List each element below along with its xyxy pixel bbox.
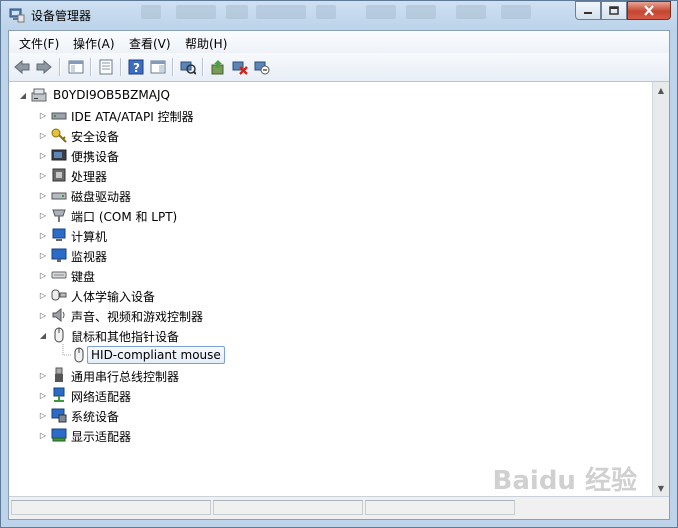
status-cell <box>365 500 515 515</box>
scroll-down-icon[interactable]: ▼ <box>653 480 669 497</box>
maximize-button[interactable] <box>601 1 627 20</box>
status-cell <box>213 500 363 515</box>
window-title: 设备管理器 <box>31 9 92 23</box>
show-hide-tree-icon[interactable] <box>67 58 85 76</box>
maximize-icon <box>609 6 619 15</box>
toolbar: ? <box>9 53 669 82</box>
toolbar-separator <box>120 58 122 76</box>
menu-file[interactable]: 文件(F) <box>19 35 59 52</box>
menu-view[interactable]: 查看(V) <box>129 35 171 52</box>
title-blur <box>316 5 336 19</box>
forward-icon[interactable] <box>35 58 53 76</box>
title-blur <box>226 5 248 19</box>
svg-text:?: ? <box>133 61 140 75</box>
toolbar-separator <box>59 58 61 76</box>
close-icon <box>644 5 654 16</box>
menu-action[interactable]: 操作(A) <box>73 35 115 52</box>
menu-help[interactable]: 帮助(H) <box>185 35 227 52</box>
minimize-icon <box>584 11 592 14</box>
toolbar-separator <box>202 58 204 76</box>
toolbar-separator <box>90 58 92 76</box>
title-blur <box>256 5 306 19</box>
properties-icon[interactable] <box>97 58 115 76</box>
update-driver-icon[interactable] <box>209 58 227 76</box>
uninstall-icon[interactable] <box>231 58 249 76</box>
toolbar-separator <box>172 58 174 76</box>
title-blur <box>366 5 396 19</box>
title-blur <box>456 5 486 19</box>
close-button[interactable] <box>627 1 671 20</box>
minimize-button[interactable] <box>575 1 601 20</box>
client-area: 文件(F) 操作(A) 查看(V) 帮助(H) ? ◢ B0YDI9OB5BZM… <box>8 30 670 520</box>
title-blur <box>406 5 436 19</box>
vertical-scrollbar[interactable]: ▲ ▼ <box>652 82 669 497</box>
disable-icon[interactable] <box>253 58 271 76</box>
title-blur <box>176 5 216 19</box>
status-cell <box>11 500 211 515</box>
device-manager-window: 设备管理器 文件(F) 操作(A) 查看(V) 帮助(H) ? ◢ B0YDI9… <box>0 0 678 528</box>
scroll-up-icon[interactable]: ▲ <box>653 82 669 99</box>
device-tree: ◢ B0YDI9OB5BZMAJQ ▷ IDE ATA/ATAPI 控制器 ▷ <box>9 82 653 497</box>
caption-buttons <box>575 1 671 21</box>
baidu-watermark: Baidu 经验 <box>492 466 637 496</box>
menu-bar: 文件(F) 操作(A) 查看(V) 帮助(H) <box>9 31 669 54</box>
title-bar[interactable]: 设备管理器 <box>1 1 677 29</box>
scan-hardware-icon[interactable] <box>179 58 197 76</box>
title-blur <box>501 5 531 19</box>
help-icon[interactable]: ? <box>127 58 145 76</box>
title-blur <box>141 5 161 19</box>
back-icon[interactable] <box>13 58 31 76</box>
status-bar <box>9 496 669 519</box>
tree-connectors <box>62 344 71 356</box>
device-manager-icon <box>9 7 25 23</box>
action-pane-icon[interactable] <box>149 58 167 76</box>
